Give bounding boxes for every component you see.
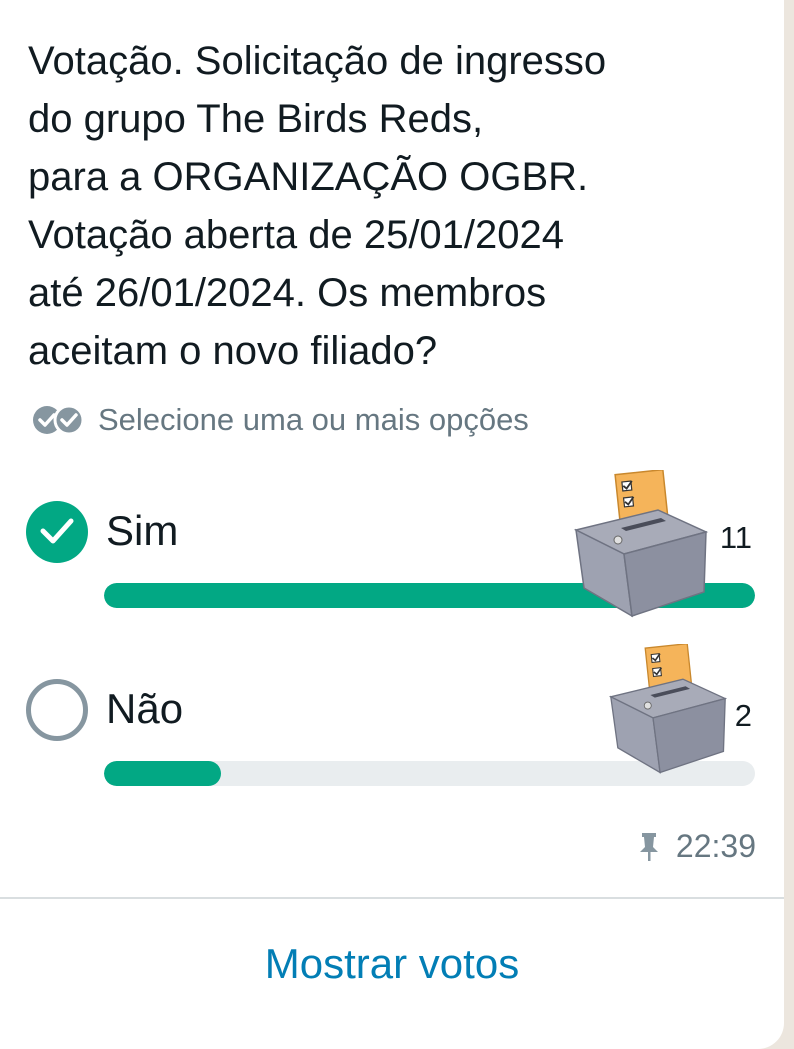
poll-message-card: Votação. Solicitação de ingresso do grup… — [0, 0, 784, 1049]
ballot-box-icon — [608, 644, 728, 774]
poll-hint-text: Selecione uma ou mais opções — [98, 402, 529, 437]
double-check-icon — [33, 404, 85, 436]
option-label: Não — [106, 685, 184, 732]
divider — [0, 897, 784, 899]
pin-icon — [639, 832, 658, 861]
ballot-box-icon — [573, 470, 709, 618]
option-unchecked-icon[interactable] — [26, 679, 88, 741]
message-meta: 22:39 — [638, 828, 756, 865]
option-vote-count: 2 — [734, 698, 752, 733]
option-progress-fill — [104, 761, 222, 786]
poll-hint: Selecione uma ou mais opções — [30, 398, 529, 442]
option-checked-icon[interactable] — [26, 501, 88, 563]
option-label: Sim — [106, 507, 179, 554]
poll-option-nao[interactable]: Não 2 — [0, 644, 784, 786]
poll-option-sim[interactable]: Sim 11 — [0, 470, 784, 618]
poll-question: Votação. Solicitação de ingresso do grup… — [28, 39, 607, 373]
option-vote-count: 11 — [719, 520, 752, 555]
message-time: 22:39 — [675, 828, 756, 864]
show-votes-button[interactable]: Mostrar votos — [0, 940, 784, 988]
